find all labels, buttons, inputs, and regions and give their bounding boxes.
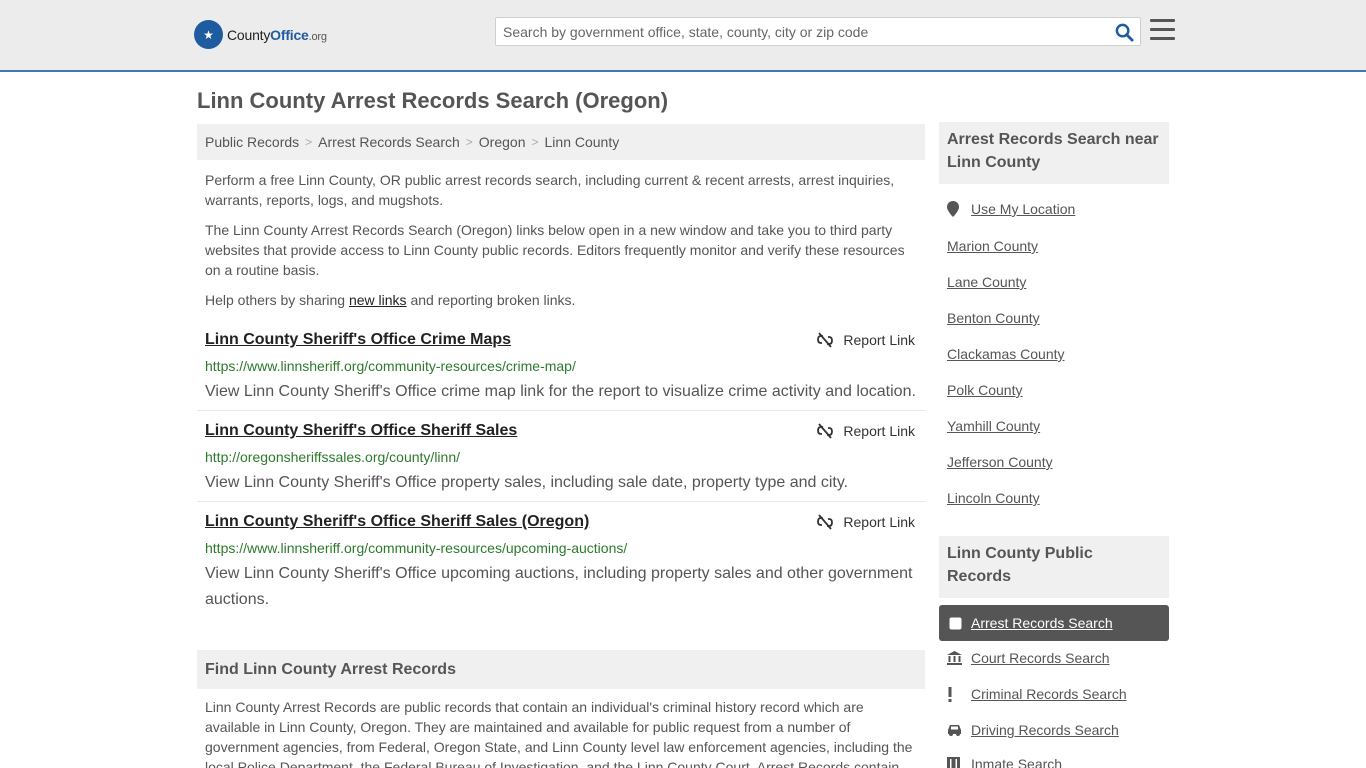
map-pin-icon xyxy=(947,201,971,217)
report-link-label: Report Link xyxy=(843,423,915,439)
broken-link-icon xyxy=(817,332,834,348)
breadcrumb-public-records[interactable]: Public Records xyxy=(205,134,299,150)
nearby-county-link[interactable]: Jefferson County xyxy=(947,454,1053,470)
result-url: https://www.linnsheriff.org/community-re… xyxy=(205,540,628,556)
sidebar-item-court-records[interactable]: Court Records Search xyxy=(947,650,1110,666)
site-logo[interactable]: ★ CountyOffice.org xyxy=(194,20,327,49)
search-input[interactable] xyxy=(503,23,1103,41)
result-divider xyxy=(197,501,925,502)
jail-icon xyxy=(947,757,971,768)
site-header: ★ CountyOffice.org xyxy=(0,0,1366,72)
result-url: https://www.linnsheriff.org/community-re… xyxy=(205,358,576,374)
nearby-county-link[interactable]: Yamhill County xyxy=(947,418,1040,434)
nearby-county-link[interactable]: Lane County xyxy=(947,274,1026,290)
help-paragraph: Help others by sharing new links and rep… xyxy=(205,290,915,310)
report-link-button[interactable]: Report Link xyxy=(817,423,915,439)
find-records-text: Linn County Arrest Records are public re… xyxy=(205,699,913,768)
search-box xyxy=(495,17,1141,46)
search-icon[interactable] xyxy=(1115,23,1134,42)
nearby-county-link[interactable]: Benton County xyxy=(947,310,1040,326)
sidebar-item-criminal-records[interactable]: Criminal Records Search xyxy=(947,686,1127,702)
sidebar-item-label: Arrest Records Search xyxy=(971,615,1113,631)
sidebar-item-label: Inmate Search xyxy=(971,756,1063,768)
result-url: http://oregonsheriffssales.org/county/li… xyxy=(205,449,461,465)
nearby-county-link[interactable]: Polk County xyxy=(947,382,1022,398)
logo-wordmark: CountyOffice.org xyxy=(227,26,327,43)
new-links-link[interactable]: new links xyxy=(349,292,407,308)
nearby-heading: Arrest Records Search near Linn County xyxy=(939,122,1169,184)
use-my-location-label: Use My Location xyxy=(971,201,1076,217)
find-records-heading: Find Linn County Arrest Records xyxy=(197,650,925,689)
public-records-heading: Linn County Public Records xyxy=(939,536,1169,598)
report-link-button[interactable]: Report Link xyxy=(817,514,915,530)
sidebar-item-label: Driving Records Search xyxy=(971,722,1119,738)
breadcrumb: Public Records > Arrest Records Search >… xyxy=(197,124,925,160)
exclamation-icon xyxy=(947,686,971,702)
use-my-location-link[interactable]: Use My Location xyxy=(947,201,1075,217)
car-icon xyxy=(947,724,971,736)
result-item: Linn County Sheriff's Office Sheriff Sal… xyxy=(197,513,925,613)
help-suffix: and reporting broken links. xyxy=(406,292,576,308)
report-link-label: Report Link xyxy=(843,332,915,348)
sidebar-item-arrest-records-active[interactable]: Arrest Records Search xyxy=(939,605,1169,641)
result-item: Linn County Sheriff's Office Crime Maps … xyxy=(197,331,925,401)
broken-link-icon xyxy=(817,423,834,439)
sidebar-item-label: Court Records Search xyxy=(971,650,1110,666)
sidebar-item-label: Criminal Records Search xyxy=(971,686,1127,702)
nearby-county-link[interactable]: Marion County xyxy=(947,238,1038,254)
result-title-link[interactable]: Linn County Sheriff's Office Sheriff Sal… xyxy=(205,422,517,440)
checkbox-icon xyxy=(949,617,971,630)
result-description: View Linn County Sheriff's Office upcomi… xyxy=(205,565,913,608)
courthouse-icon xyxy=(947,651,971,665)
report-link-button[interactable]: Report Link xyxy=(817,332,915,348)
breadcrumb-arrest-records[interactable]: Arrest Records Search xyxy=(318,134,460,150)
result-description: View Linn County Sheriff's Office proper… xyxy=(205,474,849,491)
result-item: Linn County Sheriff's Office Sheriff Sal… xyxy=(197,422,925,492)
result-description: View Linn County Sheriff's Office crime … xyxy=(205,383,916,400)
disclaimer-paragraph: The Linn County Arrest Records Search (O… xyxy=(205,222,905,278)
breadcrumb-separator-icon: > xyxy=(531,135,539,149)
intro-paragraph: Perform a free Linn County, OR public ar… xyxy=(205,172,895,208)
help-prefix: Help others by sharing xyxy=(205,292,349,308)
broken-link-icon xyxy=(817,514,834,530)
nearby-county-link[interactable]: Clackamas County xyxy=(947,346,1065,362)
breadcrumb-separator-icon: > xyxy=(305,135,313,149)
result-title-link[interactable]: Linn County Sheriff's Office Sheriff Sal… xyxy=(205,513,589,531)
breadcrumb-oregon[interactable]: Oregon xyxy=(479,134,526,150)
sidebar-item-inmate-search[interactable]: Inmate Search xyxy=(947,756,1062,768)
nearby-county-link[interactable]: Lincoln County xyxy=(947,490,1040,506)
report-link-label: Report Link xyxy=(843,514,915,530)
page-title: Linn County Arrest Records Search (Orego… xyxy=(197,88,669,113)
hamburger-menu-icon[interactable] xyxy=(1150,19,1175,41)
result-divider xyxy=(197,410,925,411)
breadcrumb-linn-county[interactable]: Linn County xyxy=(545,134,620,150)
result-title-link[interactable]: Linn County Sheriff's Office Crime Maps xyxy=(205,331,511,349)
eagle-seal-icon: ★ xyxy=(194,20,223,49)
sidebar-item-driving-records[interactable]: Driving Records Search xyxy=(947,722,1119,738)
breadcrumb-separator-icon: > xyxy=(465,135,473,149)
